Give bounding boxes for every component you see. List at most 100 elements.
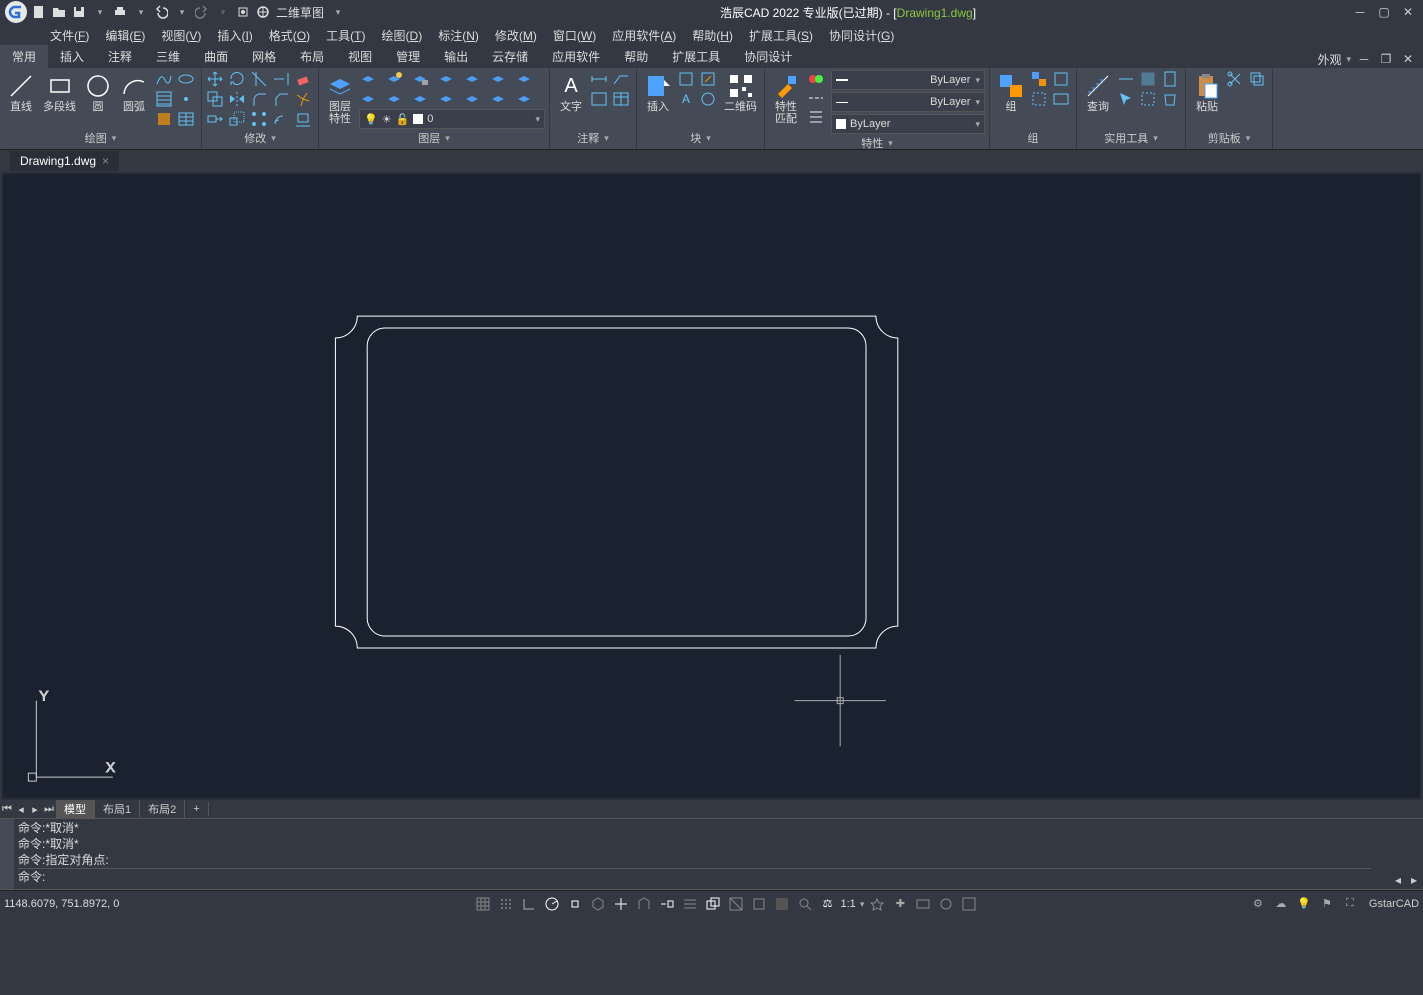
ducs-icon[interactable] xyxy=(634,894,654,914)
anno-scale-icon[interactable]: ⚖ xyxy=(818,894,838,914)
rotate-icon[interactable] xyxy=(228,70,246,88)
menu-window[interactable]: 窗口(W) xyxy=(547,25,602,46)
ungroup-icon[interactable] xyxy=(1030,70,1048,88)
ribbon-tab-express[interactable]: 扩展工具 xyxy=(660,45,732,68)
undo-dropdown-icon[interactable]: ▾ xyxy=(173,3,191,21)
linetype-icon[interactable] xyxy=(807,89,825,107)
ribbon-tab-cloud[interactable]: 云存储 xyxy=(480,45,540,68)
layer-freeze-icon[interactable] xyxy=(385,70,403,88)
ribbon-tab-annotate[interactable]: 注释 xyxy=(96,45,144,68)
hatch-icon[interactable] xyxy=(155,90,173,108)
ribbon-tab-home[interactable]: 常用 xyxy=(0,45,48,68)
maximize-icon[interactable]: ▢ xyxy=(1373,2,1395,22)
document-tab-close-icon[interactable]: × xyxy=(102,154,109,168)
qrcode-button[interactable]: 二维码 xyxy=(721,70,760,115)
cut-icon[interactable] xyxy=(1226,70,1244,88)
calc-icon[interactable] xyxy=(1161,70,1179,88)
drawing-canvas[interactable]: Y X xyxy=(1,172,1422,800)
anno-vis-icon[interactable] xyxy=(867,894,887,914)
hardware-accel-icon[interactable] xyxy=(913,894,933,914)
spline-icon[interactable] xyxy=(155,70,173,88)
layout-tab-2[interactable]: 布局2 xyxy=(140,800,185,818)
layer-match-icon[interactable] xyxy=(489,70,507,88)
workspace-dropdown-icon[interactable]: ▾ xyxy=(329,3,347,21)
group-mgr-icon[interactable] xyxy=(1052,90,1070,108)
menu-edit[interactable]: 编辑(E) xyxy=(99,25,151,46)
layout-tab-model[interactable]: 模型 xyxy=(56,800,95,818)
area-icon[interactable] xyxy=(1139,70,1157,88)
trim-icon[interactable] xyxy=(250,70,268,88)
ribbon-tab-output[interactable]: 输出 xyxy=(432,45,480,68)
color-icon[interactable] xyxy=(807,70,825,88)
doc-restore-icon[interactable]: ❐ xyxy=(1377,50,1395,68)
ribbon-tab-collab[interactable]: 协同设计 xyxy=(732,45,804,68)
panel-util-expand-icon[interactable]: ▾ xyxy=(1153,133,1158,144)
align-icon[interactable] xyxy=(294,110,312,128)
undo-icon[interactable] xyxy=(152,3,170,21)
menu-dim[interactable]: 标注(N) xyxy=(432,25,485,46)
menu-modify[interactable]: 修改(M) xyxy=(489,25,543,46)
command-input[interactable]: 命令: xyxy=(18,868,1371,885)
panel-layer-expand-icon[interactable]: ▾ xyxy=(445,133,450,144)
layer-unlock-icon[interactable] xyxy=(411,90,429,108)
panel-draw-expand-icon[interactable]: ▾ xyxy=(112,133,117,144)
workspace-icon[interactable] xyxy=(254,3,272,21)
menu-insert[interactable]: 插入(I) xyxy=(211,25,258,46)
fullscreen-icon[interactable]: ⛶ xyxy=(1340,894,1360,914)
erase-icon[interactable] xyxy=(294,70,312,88)
qselect-icon[interactable] xyxy=(1139,90,1157,108)
qprops-icon[interactable] xyxy=(749,894,769,914)
layer-merge-icon[interactable] xyxy=(463,90,481,108)
scale-icon[interactable] xyxy=(228,110,246,128)
polar-icon[interactable] xyxy=(542,894,562,914)
menu-express[interactable]: 扩展工具(S) xyxy=(743,25,819,46)
list-icon[interactable] xyxy=(807,108,825,126)
match-prop-button[interactable]: 特性 匹配 xyxy=(769,70,803,127)
layer-uniso-icon[interactable] xyxy=(463,70,481,88)
layer-thaw-icon[interactable] xyxy=(385,90,403,108)
notification-icon[interactable]: ⚑ xyxy=(1317,894,1337,914)
table-annot-icon[interactable] xyxy=(612,90,630,108)
edit-block-icon[interactable] xyxy=(699,70,717,88)
command-handle[interactable] xyxy=(0,819,14,889)
copy-icon[interactable] xyxy=(206,90,224,108)
layout-first-icon[interactable]: ⏮ xyxy=(0,802,14,816)
ortho-icon[interactable] xyxy=(519,894,539,914)
lineweight-selector[interactable]: ByLayer▾ xyxy=(831,92,985,112)
polyline-button[interactable]: 多段线 xyxy=(40,70,79,115)
group-button[interactable]: 组 xyxy=(994,70,1028,115)
layer-walk-icon[interactable] xyxy=(437,90,455,108)
menu-help[interactable]: 帮助(H) xyxy=(686,25,739,46)
select-icon[interactable] xyxy=(1117,90,1135,108)
model-space-icon[interactable] xyxy=(772,894,792,914)
minimize-icon[interactable]: ─ xyxy=(1349,2,1371,22)
copy-clip-icon[interactable] xyxy=(1248,70,1266,88)
layer-on-icon[interactable] xyxy=(359,90,377,108)
print-dropdown-icon[interactable]: ▾ xyxy=(132,3,150,21)
menu-view[interactable]: 视图(V) xyxy=(155,25,207,46)
panel-block-expand-icon[interactable]: ▾ xyxy=(706,133,711,144)
ribbon-tab-manage[interactable]: 管理 xyxy=(384,45,432,68)
fillet-icon[interactable] xyxy=(250,90,268,108)
save-icon[interactable] xyxy=(70,3,88,21)
layer-del-icon[interactable] xyxy=(489,90,507,108)
menu-app[interactable]: 应用软件(A) xyxy=(606,25,682,46)
mirror-icon[interactable] xyxy=(228,90,246,108)
dyn-input-icon[interactable] xyxy=(657,894,677,914)
stretch-icon[interactable] xyxy=(206,110,224,128)
dist-icon[interactable] xyxy=(1117,70,1135,88)
magnifier-icon[interactable] xyxy=(795,894,815,914)
layer-state-icon[interactable] xyxy=(515,90,533,108)
purge-icon[interactable] xyxy=(1161,90,1179,108)
cmd-scroll-left-icon[interactable]: ◂ xyxy=(1391,873,1405,887)
layout-next-icon[interactable]: ▸ xyxy=(28,802,42,816)
menu-file[interactable]: 文件(F) xyxy=(44,25,95,46)
menu-tools[interactable]: 工具(T) xyxy=(320,25,371,46)
ribbon-tab-help[interactable]: 帮助 xyxy=(612,45,660,68)
layer-prev-icon[interactable] xyxy=(515,70,533,88)
point-icon[interactable] xyxy=(177,90,195,108)
coordinates-display[interactable]: 1148.6079, 751.8972, 0 xyxy=(4,898,204,910)
circle-button[interactable]: 圆 xyxy=(81,70,115,115)
explode-icon[interactable] xyxy=(294,90,312,108)
close-icon[interactable]: ✕ xyxy=(1397,2,1419,22)
